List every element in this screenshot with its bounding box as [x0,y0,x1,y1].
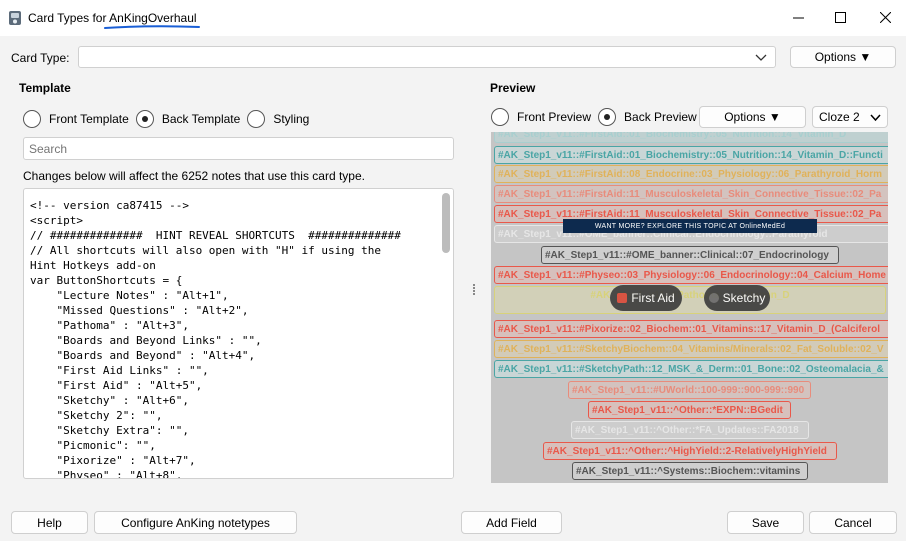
minimize-button[interactable] [788,8,808,26]
template-section-title: Template [19,81,71,95]
tag-text: #AK_Step1_v11::#SketchyBiochem::04_Vitam… [498,344,884,355]
chevron-down-icon [755,54,767,61]
radio-indicator-selected [135,110,154,128]
template-radio-group: Front Template Back Template Styling [23,110,316,128]
preview-radio-group: Front Preview Back Preview [491,108,704,126]
tag-text: #AK_Step1_v11::#Pixorize::02_Biochem::01… [498,324,881,335]
configure-anking-notetypes-button[interactable]: Configure AnKing notetypes [94,511,297,534]
tag-badge[interactable]: #AK_Step1_v11::#Physeo::03_Physiology::0… [494,266,888,284]
tag-text: #AK_Step1_v11::#SketchyPath::12_MSK_&_De… [498,364,884,375]
close-button[interactable] [875,8,895,26]
back-preview-radio[interactable]: Back Preview [598,108,697,126]
card-types-window: Card Types for AnKingOverhaul Card Type:… [0,0,906,541]
tag-badge[interactable]: #AK_Step1_v11::#FirstAid::01_Biochemistr… [494,146,888,164]
editor-scrollbar[interactable] [439,189,453,478]
card-preview-pane: #AK_Step1_v11::#FirstAid::01_Biochemistr… [491,132,888,483]
template-code: <!-- version ca87415 --> <script> // ###… [30,199,401,479]
tag-text: #AK_Step1_v11::#FirstAid::01_Biochemistr… [498,150,883,161]
tag-text: #AK_Step1_v11::#UWorld::100-999::900-999… [572,385,805,396]
tag-badge[interactable]: #AK_Step1_v11::^Other::*EXPN::BGedit [588,401,791,419]
radio-indicator-selected [598,108,617,126]
editor-scrollbar-thumb[interactable] [442,193,450,253]
tag-text: #AK_Step1_v11::#FirstAid::11_Musculoskel… [498,189,882,200]
sketchy-hint-button[interactable]: Sketchy [704,285,770,311]
tag-badge[interactable]: #AK_Step1_v11::^Other::^HighYield::2-Rel… [543,442,837,460]
tag-badge[interactable]: #AK_Step1_v11::#FirstAid::01_Biochemistr… [494,132,888,143]
tag-badge[interactable]: #AK_Step1_v11::#FirstAid::11_Musculoskel… [494,185,888,203]
title-bar: Card Types for AnKingOverhaul [0,0,906,36]
tag-badge[interactable]: #AK_Step1_v11::#Pathoma::...::Vitamin_D [494,286,886,314]
styling-radio[interactable]: Styling [247,110,309,128]
card-type-label: Card Type: [11,51,70,65]
back-template-label: Back Template [161,112,241,126]
sketchy-label: Sketchy [722,291,766,305]
first-aid-icon [617,293,628,303]
first-aid-label: First Aid [631,291,675,305]
sketchy-icon [708,293,719,303]
splitter-handle[interactable] [471,283,476,297]
preview-section-title: Preview [490,81,536,95]
tag-badge[interactable]: #AK_Step1_v11::#SketchyBiochem::04_Vitam… [494,340,888,358]
tag-text: #AK_Step1_v11::#FirstAid::01_Biochemistr… [498,132,847,140]
close-icon [879,11,891,23]
tag-badge[interactable]: #AK_Step1_v11::^Systems::Biochem::vitami… [572,462,808,480]
styling-label: Styling [273,112,310,126]
front-template-radio[interactable]: Front Template [23,110,129,128]
cloze-select[interactable]: Cloze 2 [812,106,888,128]
tag-text: #AK_Step1_v11::^Other::^HighYield::2-Rel… [547,446,827,457]
template-search-input[interactable] [23,137,454,160]
minimize-icon [792,17,804,18]
radio-indicator [23,110,41,128]
window-title: Card Types for AnKingOverhaul [28,11,197,25]
front-template-label: Front Template [49,112,129,126]
cloze-select-value: Cloze 2 [819,110,860,124]
title-underline-annotation [104,25,200,29]
front-preview-label: Front Preview [517,110,592,124]
tag-badge[interactable]: #AK_Step1_v11::#FirstAid::08_Endocrine::… [494,165,888,183]
card-type-select[interactable] [78,46,776,68]
cancel-button[interactable]: Cancel [809,511,897,534]
maximize-button[interactable] [830,8,850,26]
back-template-radio[interactable]: Back Template [135,110,241,128]
tag-text: #AK_Step1_v11::#FirstAid::08_Endocrine::… [498,169,883,180]
template-code-editor[interactable]: <!-- version ca87415 --> <script> // ###… [23,188,454,479]
back-preview-label: Back Preview [624,110,697,124]
onlinemeded-banner[interactable]: WANT MORE? EXPLORE THIS TOPIC AT OnlineM… [563,219,817,233]
radio-indicator [491,108,509,126]
first-aid-hint-button[interactable]: First Aid [610,285,682,311]
tag-badge[interactable]: #AK_Step1_v11::#UWorld::100-999::900-999… [568,381,811,399]
maximize-icon [834,11,846,23]
chevron-down-icon [870,114,881,122]
tag-text: #AK_Step1_v11::^Systems::Biochem::vitami… [576,466,801,477]
tag-badge[interactable]: #AK_Step1_v11::#Pixorize::02_Biochem::01… [494,320,888,338]
anki-app-icon [9,11,21,25]
tag-badge[interactable]: #AK_Step1_v11::^Other::*FA_Updates::FA20… [571,421,809,439]
card-type-options-button[interactable]: Options ▼ [790,46,896,68]
help-button[interactable]: Help [11,511,88,534]
tag-badge[interactable]: #AK_Step1_v11::#SketchyPath::12_MSK_&_De… [494,360,888,378]
notes-affected-info: Changes below will affect the 6252 notes… [23,169,365,183]
save-button[interactable]: Save [727,511,804,534]
add-field-button[interactable]: Add Field [461,511,562,534]
tag-text: #AK_Step1_v11::^Other::*EXPN::BGedit [592,405,783,416]
tag-text: #AK_Step1_v11::^Other::*FA_Updates::FA20… [575,425,799,436]
preview-options-button[interactable]: Options ▼ [699,106,806,128]
radio-indicator [247,110,266,128]
front-preview-radio[interactable]: Front Preview [491,108,591,126]
tag-text: #AK_Step1_v11::#OME_banner::Clinical::07… [545,250,829,261]
tag-badge[interactable]: #AK_Step1_v11::#OME_banner::Clinical::07… [541,246,839,264]
tag-text: #AK_Step1_v11::#Physeo::03_Physiology::0… [498,270,886,281]
